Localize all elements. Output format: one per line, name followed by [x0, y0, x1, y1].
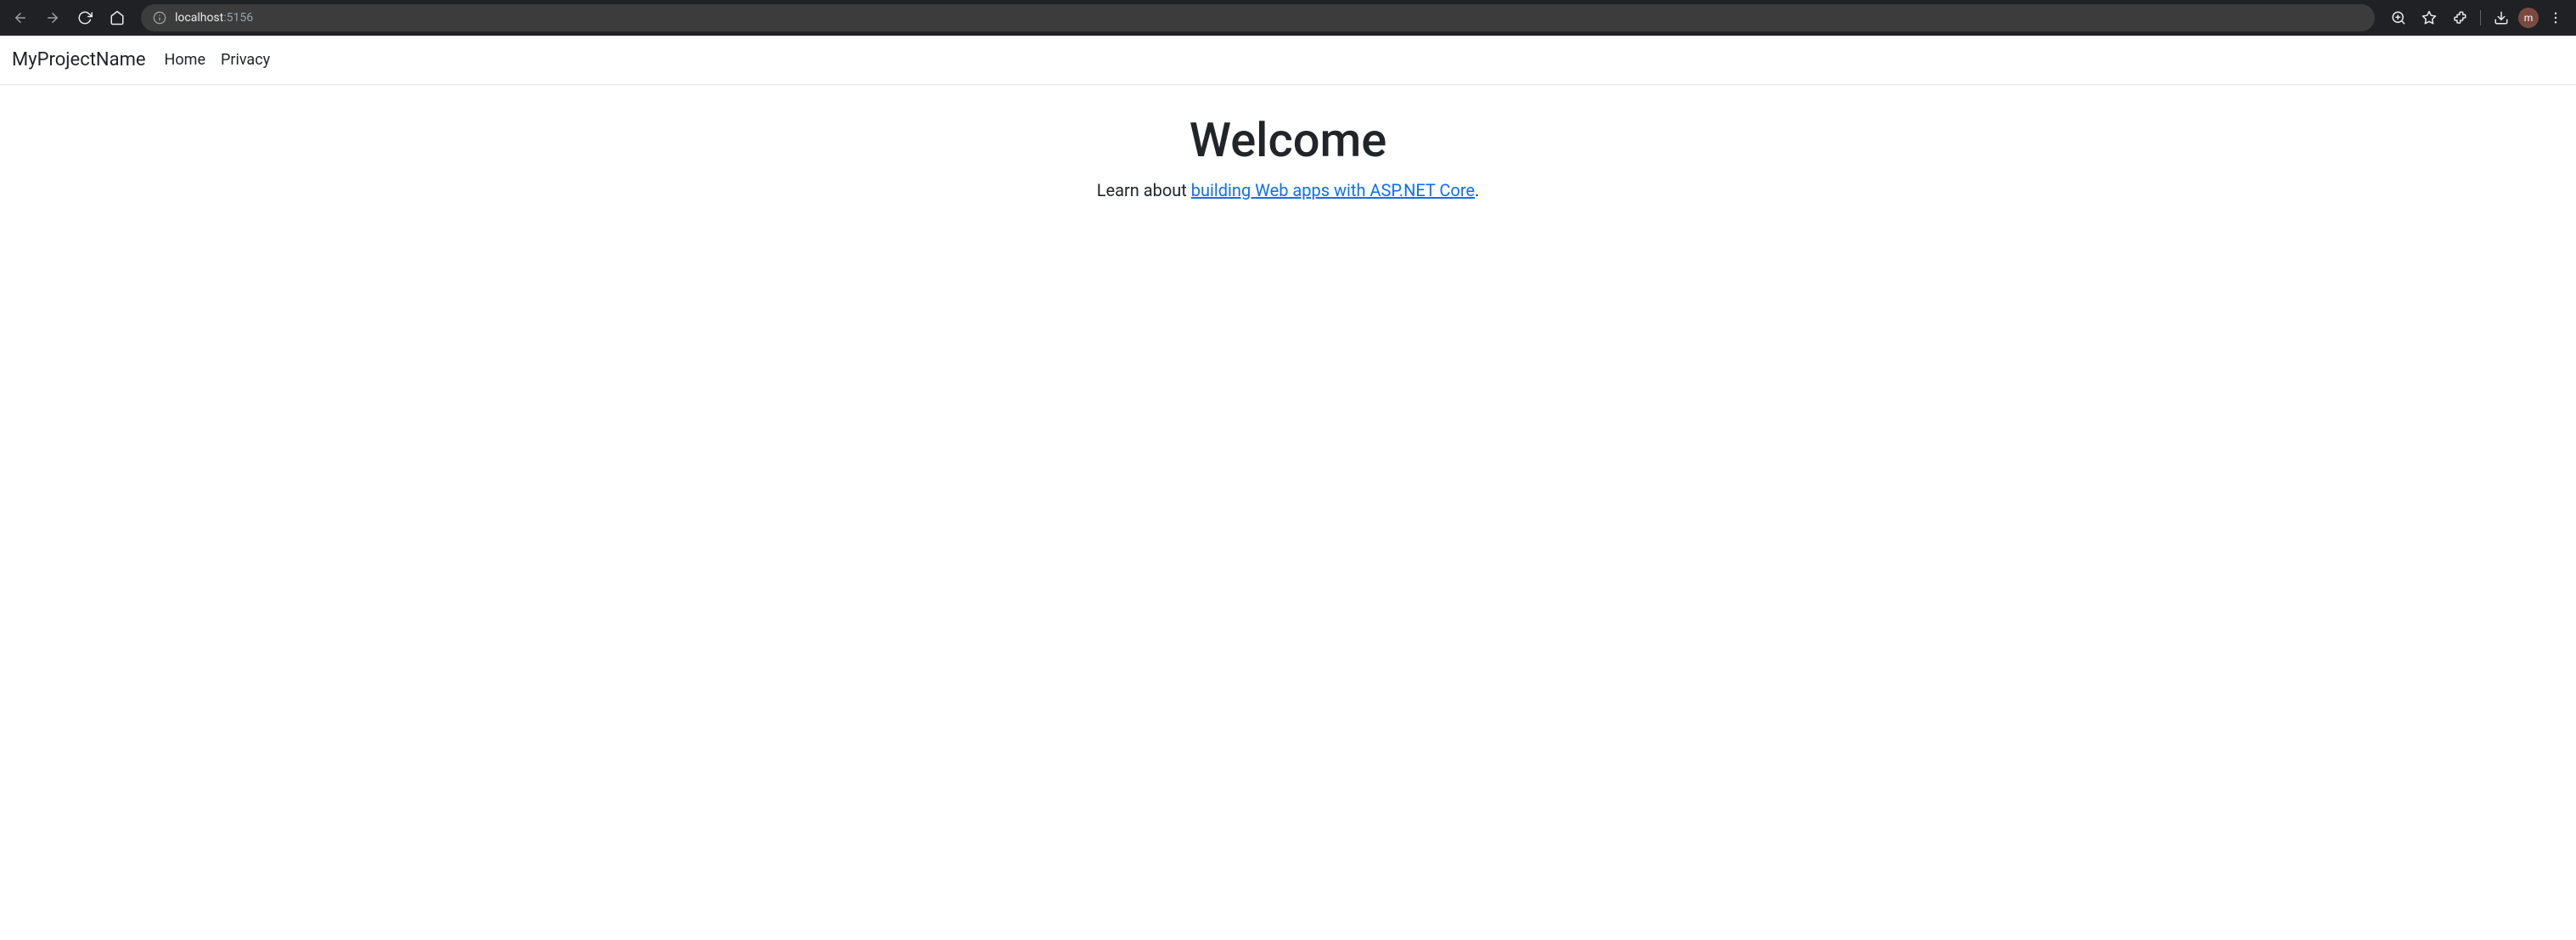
nav-links: Home Privacy: [165, 51, 271, 69]
reload-button[interactable]: [71, 4, 98, 31]
nav-link-home[interactable]: Home: [165, 51, 205, 69]
profile-avatar[interactable]: m: [2518, 8, 2539, 28]
back-button[interactable]: [7, 4, 34, 31]
main-content: Welcome Learn about building Web apps wi…: [0, 85, 2576, 200]
site-navbar: MyProjectName Home Privacy: [0, 36, 2576, 85]
url-text: localhost:5156: [175, 11, 253, 25]
brand-link[interactable]: MyProjectName: [12, 49, 146, 70]
menu-kebab-icon[interactable]: [2542, 4, 2569, 31]
lead-prefix: Learn about: [1097, 180, 1191, 200]
forward-button[interactable]: [39, 4, 66, 31]
downloads-icon[interactable]: [2488, 4, 2515, 31]
lead-paragraph: Learn about building Web apps with ASP.N…: [0, 180, 2576, 200]
profile-initial: m: [2524, 12, 2534, 24]
browser-toolbar: localhost:5156 m: [0, 0, 2576, 36]
bookmark-star-icon[interactable]: [2416, 4, 2443, 31]
url-port: :5156: [223, 11, 253, 25]
lead-link[interactable]: building Web apps with ASP.NET Core: [1191, 180, 1475, 200]
home-button[interactable]: [104, 4, 131, 31]
zoom-icon[interactable]: [2385, 4, 2412, 31]
toolbar-divider: [2480, 10, 2481, 25]
url-host: localhost: [175, 11, 223, 25]
lead-suffix: .: [1475, 180, 1479, 200]
extensions-icon[interactable]: [2446, 4, 2473, 31]
address-bar[interactable]: localhost:5156: [141, 4, 2375, 31]
site-info-icon[interactable]: [153, 11, 166, 25]
page-title: Welcome: [0, 112, 2576, 168]
nav-link-privacy[interactable]: Privacy: [221, 51, 270, 69]
